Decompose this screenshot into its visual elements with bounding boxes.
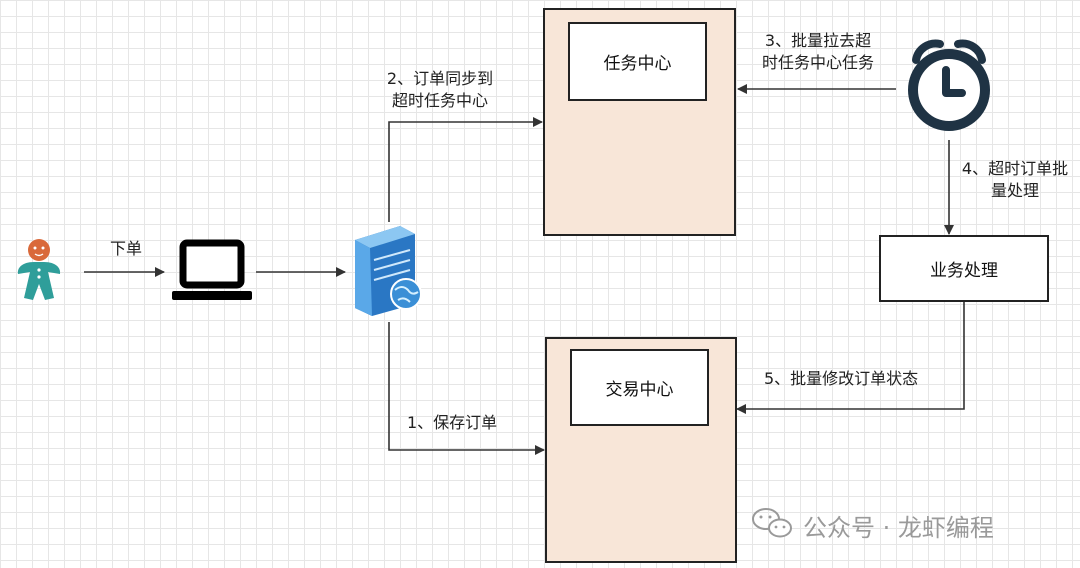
label-step3-line1: 3、批量拉去超 bbox=[764, 31, 872, 50]
arrow-server-to-task-center bbox=[388, 117, 543, 222]
wechat-icon bbox=[752, 508, 792, 538]
label-step3: 3、批量拉去超 时任务中心任务 bbox=[748, 30, 888, 74]
label-step4-line1: 4、超时订单批 bbox=[961, 159, 1069, 178]
label-step2: 2、订单同步到 超时任务中心 bbox=[375, 68, 505, 112]
label-step4-line2: 量处理 bbox=[990, 181, 1039, 200]
label-step2-line1: 2、订单同步到 bbox=[386, 69, 494, 88]
laptop-icon bbox=[172, 239, 252, 300]
globe-icon bbox=[390, 278, 422, 310]
watermark-text: 公众号 · 龙虾编程 bbox=[803, 514, 994, 542]
task-center-node: 任务中心 bbox=[568, 22, 707, 101]
label-step4: 4、超时订单批 量处理 bbox=[950, 158, 1080, 202]
arrow-business-to-trade-center bbox=[736, 302, 965, 414]
alarm-clock-icon bbox=[908, 39, 990, 131]
label-step5: 5、批量修改订单状态 bbox=[764, 369, 919, 388]
label-place-order: 下单 bbox=[110, 239, 143, 258]
user-icon bbox=[17, 239, 61, 300]
trade-center-node: 交易中心 bbox=[570, 349, 709, 426]
business-process-node: 业务处理 bbox=[879, 235, 1049, 302]
label-step2-line2: 超时任务中心 bbox=[391, 91, 488, 110]
label-step1: 1、保存订单 bbox=[407, 413, 498, 432]
label-step3-line2: 时任务中心任务 bbox=[761, 53, 874, 72]
